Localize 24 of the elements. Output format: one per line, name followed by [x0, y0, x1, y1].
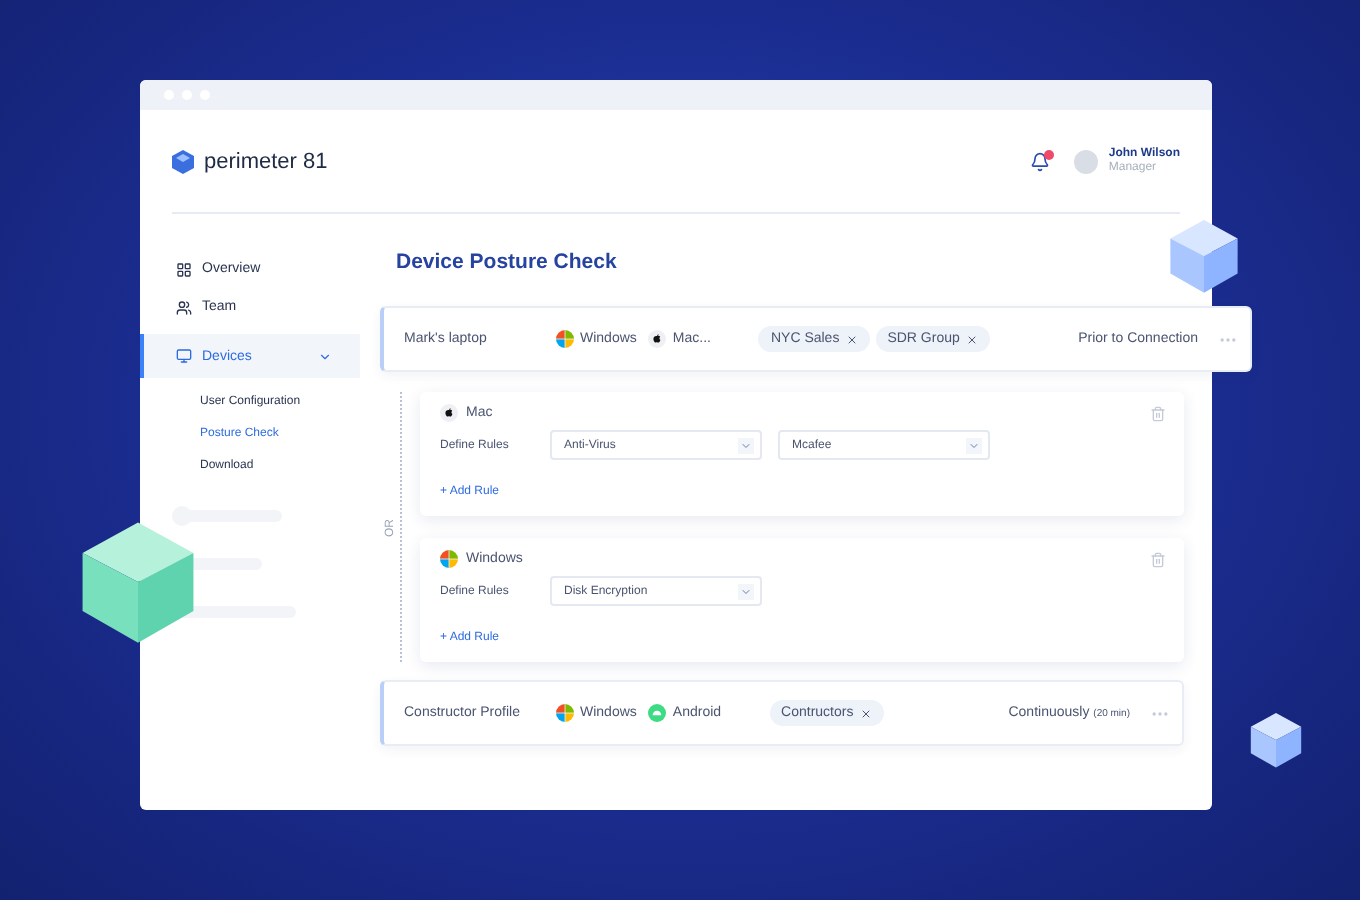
people-icon — [176, 299, 192, 315]
trash-icon[interactable] — [1150, 551, 1166, 567]
apple-logo-icon — [440, 404, 458, 422]
close-icon[interactable] — [845, 333, 858, 345]
trash-icon[interactable] — [1150, 405, 1166, 421]
android-logo-icon — [648, 704, 667, 722]
apple-logo-icon — [648, 330, 667, 348]
chevron-icon — [740, 439, 752, 451]
notification-bell-icon[interactable] — [1030, 151, 1051, 171]
monitor-icon — [176, 348, 192, 364]
close-icon[interactable] — [965, 333, 978, 345]
brand-name: perimeter 81 — [204, 149, 328, 173]
cube-drawing — [1246, 710, 1306, 770]
chevron-icon — [968, 439, 980, 451]
hexagon-logo-icon — [172, 149, 194, 173]
grid-icon — [176, 261, 192, 277]
cube-drawing — [1164, 216, 1244, 296]
page-title: Device Posture Check — [396, 250, 619, 274]
windows-logo-icon — [556, 704, 574, 722]
windows-logo-icon — [556, 330, 574, 348]
close-icon[interactable] — [859, 707, 872, 719]
windows-logo-icon — [440, 550, 458, 568]
avatar — [1074, 149, 1099, 173]
chevron-icon — [740, 585, 752, 597]
